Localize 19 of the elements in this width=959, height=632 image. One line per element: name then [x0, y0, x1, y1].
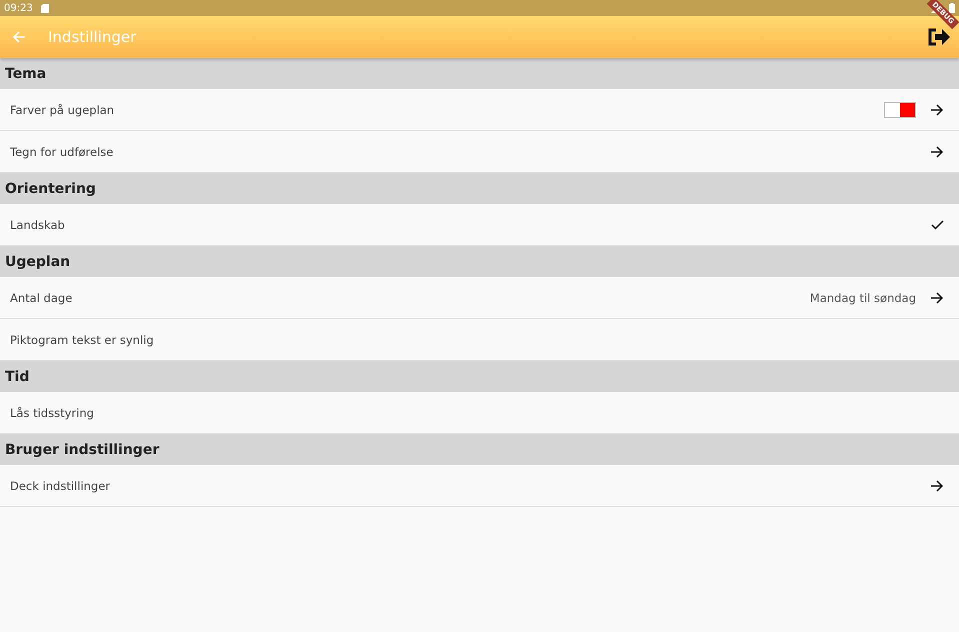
app-bar-title: Indstillinger — [48, 28, 138, 46]
logout-button[interactable] — [927, 27, 951, 47]
settings-row[interactable]: Farver på ugeplan — [0, 89, 959, 131]
settings-row[interactable]: Deck indstillinger — [0, 465, 959, 507]
setting-value: Mandag til søndag — [810, 290, 916, 304]
section-header: Tid — [5, 368, 30, 384]
settings-row[interactable]: Antal dage Mandag til søndag — [0, 277, 959, 319]
arrow-icon — [930, 292, 944, 304]
sd-card-icon — [40, 4, 49, 12]
arrow-icon — [930, 480, 944, 492]
section-header: Tema — [5, 66, 46, 82]
section-header: Orientering — [5, 180, 96, 196]
status-time: 09:23 — [4, 2, 33, 14]
section-header: Bruger indstillinger — [5, 442, 160, 458]
battery-icon — [949, 3, 955, 13]
arrow-icon — [930, 146, 944, 158]
section-header: Ugeplan — [5, 254, 70, 270]
arrow-icon — [930, 104, 944, 116]
color-swatch-icon — [884, 102, 916, 118]
